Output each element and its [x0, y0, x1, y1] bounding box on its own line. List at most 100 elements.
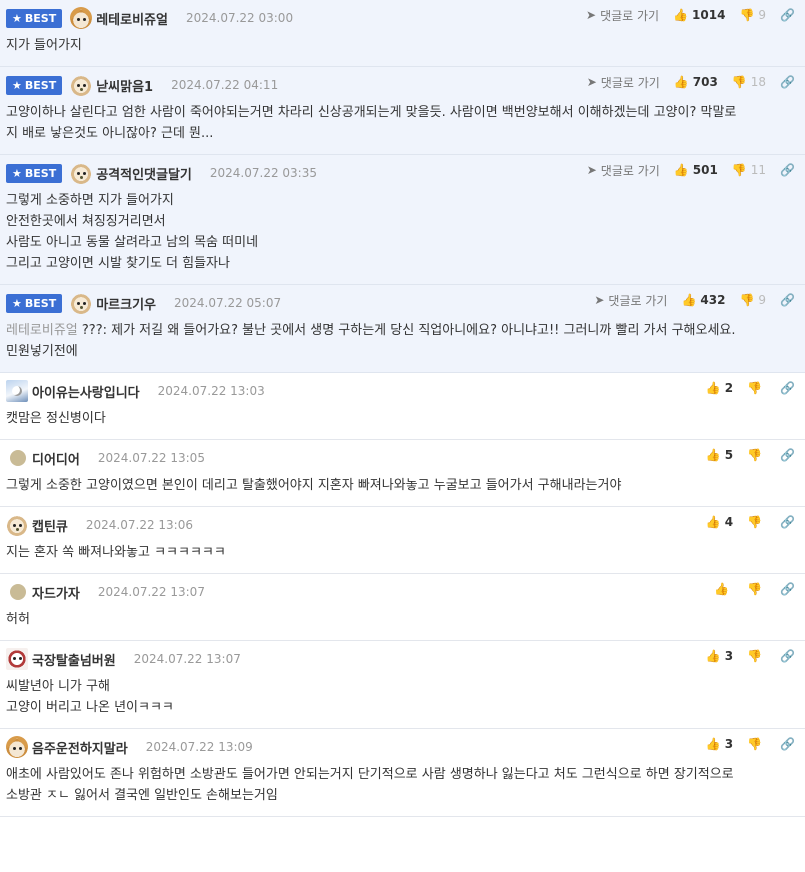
comment-body: 허허 [6, 604, 797, 640]
like-button[interactable]: 👍 5 [706, 448, 733, 462]
like-count: 2 [724, 381, 734, 395]
like-count: 4 [724, 515, 734, 529]
link-button[interactable]: 🔗 [780, 9, 795, 21]
nickname[interactable]: 레테로비쥬얼 [96, 9, 168, 28]
go-to-reply-link[interactable]: ➤ 댓글로 가기 [587, 74, 660, 91]
dislike-button[interactable]: 👎 [747, 516, 766, 528]
link-button[interactable]: 🔗 [780, 382, 795, 394]
link-icon: 🔗 [780, 75, 795, 89]
dislike-button[interactable]: 👎 [747, 382, 766, 394]
comment-body: 레테로비쥬얼 ???: 제가 저길 왜 들어가요? 불난 곳에서 생명 구하는게… [6, 315, 797, 372]
avatar[interactable] [6, 736, 28, 758]
best-label: BEST [24, 296, 57, 310]
comment-header: 아이유는사랑입니다 2024.07.22 13:03 [6, 379, 797, 403]
link-button[interactable]: 🔗 [780, 738, 795, 750]
send-arrow-icon: ➤ [586, 163, 597, 177]
comment-body: 그렇게 소중한 고양이였으면 본인이 데리고 탈출했어야지 지혼자 빠져나와놓고… [6, 470, 797, 506]
like-button[interactable]: 👍 501 [674, 163, 718, 177]
comment-item: 국장탈출넘버원 2024.07.22 13:07 👍 3 👎 🔗 씨발년아 니가 구해 고양이… [0, 641, 805, 729]
comment-actions: ➤ 댓글로 가기 👍 501 👎 11 🔗 [573, 161, 795, 179]
link-button[interactable]: 🔗 [780, 76, 795, 88]
go-to-reply-link[interactable]: ➤ 댓글로 가기 [586, 7, 659, 24]
comment-body: 고양이하나 살린다고 엄한 사람이 죽어야되는거면 차라리 신상공개되는게 맞을… [6, 97, 797, 154]
comment-text-line: 그리고 고양이면 시발 찾기도 더 힘들자나 [6, 253, 797, 274]
like-count: 3 [724, 649, 734, 663]
avatar[interactable] [70, 74, 93, 96]
dislike-button[interactable]: 👎 9 [739, 293, 766, 307]
comment-text: 허허 [6, 612, 30, 627]
comment-text: 그리고 고양이면 시발 찾기도 더 힘들자나 [6, 256, 230, 271]
send-arrow-icon: ➤ [586, 75, 597, 89]
comment-text: 지가 들어가지 [6, 38, 82, 53]
avatar[interactable] [70, 7, 93, 29]
dislike-button[interactable]: 👎 [747, 738, 766, 750]
comment-text: 캣맘은 정신병이다 [6, 411, 106, 426]
nickname[interactable]: 캡틴큐 [32, 516, 68, 535]
dislike-count: 18 [750, 75, 767, 89]
link-icon: 🔗 [780, 582, 795, 596]
best-comment: ★ BEST 낟씨맑음1 2024.07.22 04:11 ➤ 댓글로 가기 👍 703 👎 18… [0, 67, 805, 155]
comment-item: 자드가자 2024.07.22 13:07 👍 👎 🔗 허허 [0, 574, 805, 641]
avatar[interactable] [6, 380, 28, 402]
star-icon: ★ [12, 296, 22, 310]
best-comment: ★ BEST 레테로비쥬얼 2024.07.22 03:00 ➤ 댓글로 가기 👍 1014 👎… [0, 0, 805, 67]
link-button[interactable]: 🔗 [780, 650, 795, 662]
dislike-button[interactable]: 👎 [747, 583, 766, 595]
link-button[interactable]: 🔗 [780, 164, 795, 176]
link-button[interactable]: 🔗 [780, 583, 795, 595]
comment-date: 2024.07.22 05:07 [174, 296, 282, 310]
reply-label: 댓글로 가기 [600, 163, 660, 178]
nickname[interactable]: 디어디어 [32, 449, 80, 468]
nickname[interactable]: 낟씨맑음1 [96, 76, 153, 95]
reply-label: 댓글로 가기 [600, 8, 660, 23]
comment-text-line: 애초에 사람있어도 존나 위험하면 소방관도 들어가면 안되는거지 단기적으로 … [6, 764, 797, 785]
link-button[interactable]: 🔗 [780, 294, 795, 306]
link-button[interactable]: 🔗 [780, 516, 795, 528]
comment-actions: 👍 3 👎 🔗 [692, 735, 795, 753]
link-button[interactable]: 🔗 [780, 449, 795, 461]
thumbs-up-icon: 👍 [673, 8, 689, 22]
avatar[interactable] [70, 162, 93, 184]
comment-text-line: 고양이 버리고 나온 년이ㅋㅋㅋ [6, 697, 797, 718]
thumbs-down-icon: 👎 [747, 515, 763, 529]
nickname[interactable]: 국장탈출넘버원 [32, 650, 116, 669]
mention-link[interactable]: 레테로비쥬얼 [6, 323, 78, 338]
nickname[interactable]: 마르크기우 [96, 294, 156, 313]
avatar[interactable] [70, 292, 93, 314]
comment-actions: ➤ 댓글로 가기 👍 432 👎 9 🔗 [580, 291, 795, 309]
comment-header: 음주운전하지말라 2024.07.22 13:09 [6, 735, 797, 759]
avatar[interactable] [6, 648, 28, 670]
avatar[interactable] [6, 514, 28, 536]
dislike-button[interactable]: 👎 [747, 449, 766, 461]
like-button[interactable]: 👍 [714, 583, 733, 595]
like-button[interactable]: 👍 3 [706, 737, 733, 751]
like-button[interactable]: 👍 703 [674, 75, 718, 89]
comment-text-line: 허허 [6, 609, 797, 630]
comment-item: 아이유는사랑입니다 2024.07.22 13:03 👍 2 👎 🔗 캣맘은 정신병이다 [0, 373, 805, 440]
dislike-button[interactable]: 👎 18 [732, 75, 766, 89]
go-to-reply-link[interactable]: ➤ 댓글로 가기 [594, 292, 667, 309]
like-button[interactable]: 👍 1014 [673, 8, 725, 22]
nickname[interactable]: 아이유는사랑입니다 [32, 382, 140, 401]
like-button[interactable]: 👍 4 [706, 515, 733, 529]
dislike-count: 9 [758, 293, 767, 307]
like-button[interactable]: 👍 3 [706, 649, 733, 663]
comment-date: 2024.07.22 13:06 [85, 518, 193, 532]
nickname[interactable]: 음주운전하지말라 [32, 738, 128, 757]
best-comment: ★ BEST 마르크기우 2024.07.22 05:07 ➤ 댓글로 가기 👍 432 👎 9 🔗… [0, 285, 805, 373]
nickname[interactable]: 자드가자 [32, 583, 80, 602]
comment-text-line: 레테로비쥬얼 ???: 제가 저길 왜 들어가요? 불난 곳에서 생명 구하는게… [6, 320, 797, 341]
like-button[interactable]: 👍 432 [681, 293, 725, 307]
like-button[interactable]: 👍 2 [706, 381, 733, 395]
comment-actions: 👍 5 👎 🔗 [692, 446, 795, 464]
nickname[interactable]: 공격적인댓글달기 [96, 164, 192, 183]
dislike-button[interactable]: 👎 11 [732, 163, 766, 177]
dislike-button[interactable]: 👎 9 [739, 8, 766, 22]
avatar[interactable] [10, 584, 26, 600]
comment-text: 씨발년아 니가 구해 [6, 679, 110, 694]
comment-text: 안전한곳에서 쳐징징거리면서 [6, 214, 166, 229]
dislike-button[interactable]: 👎 [747, 650, 766, 662]
go-to-reply-link[interactable]: ➤ 댓글로 가기 [587, 162, 660, 179]
reply-label: 댓글로 가기 [608, 293, 668, 308]
avatar[interactable] [10, 450, 26, 466]
